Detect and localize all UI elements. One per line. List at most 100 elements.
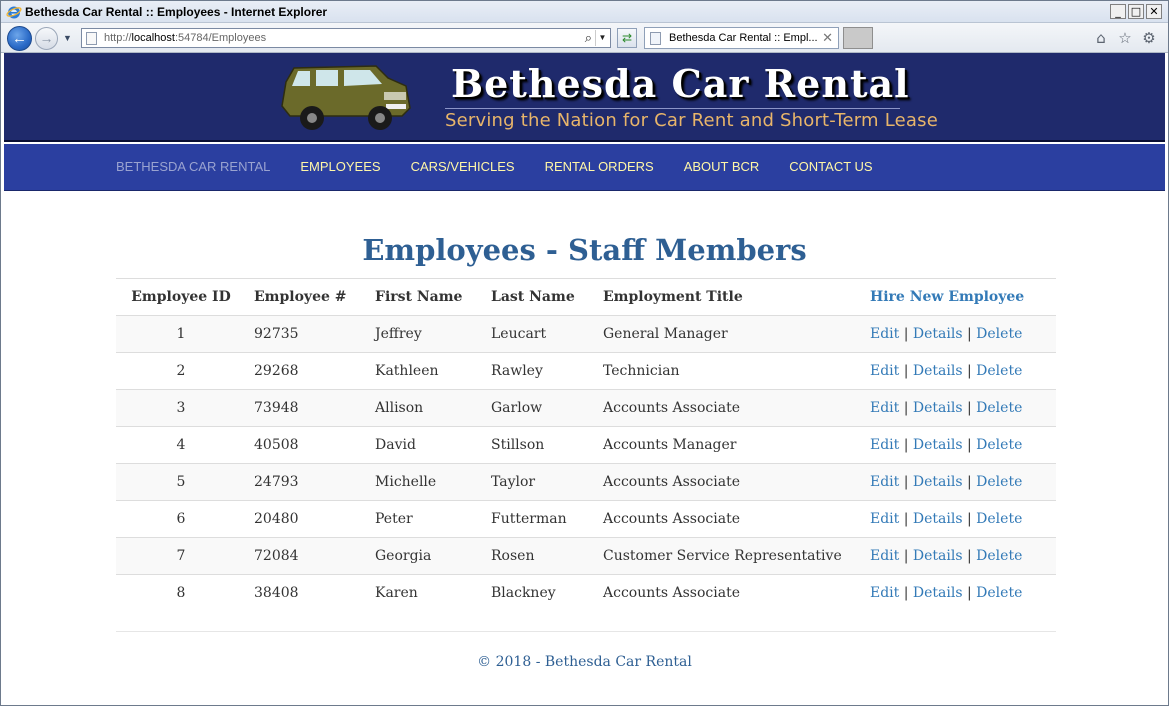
cell-actions: Edit | Details | Delete (862, 352, 1056, 390)
main-navbar: BETHESDA CAR RENTAL EMPLOYEES CARS/VEHIC… (4, 144, 1165, 191)
new-tab-button[interactable] (843, 27, 873, 49)
cell-last-name: Leucart (483, 315, 595, 353)
cell-employee-number: 29268 (246, 352, 367, 390)
details-link[interactable]: Details (913, 437, 963, 453)
cell-first-name: Michelle (367, 463, 483, 501)
details-link[interactable]: Details (913, 548, 963, 564)
table-row: 2 29268 Kathleen Rawley Technician Edit | Det… (116, 352, 1056, 390)
cell-first-name: Kathleen (367, 352, 483, 390)
hire-new-employee-link[interactable]: Hire New Employee (870, 289, 1024, 305)
separator: | (903, 511, 909, 527)
details-link[interactable]: Details (913, 400, 963, 416)
table-row: 7 72084 Georgia Rosen Customer Service Repre… (116, 537, 1056, 575)
cell-actions: Edit | Details | Delete (862, 500, 1056, 538)
cell-actions: Edit | Details | Delete (862, 537, 1056, 575)
cell-employment-title: General Manager (595, 315, 862, 353)
footer-divider (116, 631, 1056, 632)
favorites-star-icon[interactable]: ☆ (1116, 29, 1134, 47)
cell-last-name: Taylor (483, 463, 595, 501)
site-brand-title: Bethesda Car Rental (451, 61, 910, 106)
delete-link[interactable]: Delete (976, 474, 1022, 490)
cell-employee-number: 40508 (246, 426, 367, 464)
cell-employee-id: 1 (116, 315, 246, 353)
address-bar[interactable]: http://localhost:54784/Employees ⌕ ▼ (81, 28, 611, 48)
tab-employees[interactable]: Bethesda Car Rental :: Empl... ✕ (644, 27, 839, 49)
nav-about-link[interactable]: ABOUT BCR (684, 159, 760, 174)
cell-first-name: Karen (367, 574, 483, 612)
home-icon[interactable]: ⌂ (1092, 29, 1110, 47)
details-link[interactable]: Details (913, 363, 963, 379)
cell-first-name: Jeffrey (367, 315, 483, 353)
url-text[interactable]: http://localhost:54784/Employees (104, 32, 266, 44)
column-header-first-name: First Name (367, 278, 483, 316)
delete-link[interactable]: Delete (976, 326, 1022, 342)
separator: | (967, 511, 972, 527)
forward-icon[interactable]: → (35, 27, 58, 50)
edit-link[interactable]: Edit (870, 326, 899, 342)
separator: | (903, 474, 909, 490)
cell-employee-id: 3 (116, 389, 246, 427)
table-row: 4 40508 David Stillson Accounts Manager Edit … (116, 426, 1056, 464)
close-window-button[interactable]: ✕ (1146, 4, 1162, 19)
separator: | (967, 585, 972, 602)
delete-link[interactable]: Delete (976, 548, 1022, 564)
delete-link[interactable]: Delete (976, 511, 1022, 527)
separator: | (967, 548, 972, 564)
details-link[interactable]: Details (913, 326, 963, 342)
separator: | (903, 548, 909, 564)
edit-link[interactable]: Edit (870, 437, 899, 453)
edit-link[interactable]: Edit (870, 400, 899, 416)
delete-link[interactable]: Delete (976, 437, 1022, 453)
cell-last-name: Rosen (483, 537, 595, 575)
cell-actions: Edit | Details | Delete (862, 463, 1056, 501)
internet-explorer-icon (6, 6, 22, 19)
tab-title: Bethesda Car Rental :: Empl... (669, 32, 818, 44)
table-row: 5 24793 Michelle Taylor Accounts Associate Ed… (116, 463, 1056, 501)
edit-link[interactable]: Edit (870, 548, 899, 564)
back-icon[interactable]: ← (7, 26, 32, 51)
separator: | (967, 326, 972, 342)
minimize-button[interactable]: _ (1110, 4, 1126, 19)
window-title: Bethesda Car Rental :: Employees - Inter… (25, 5, 328, 19)
separator: | (903, 437, 909, 453)
delete-link[interactable]: Delete (976, 363, 1022, 379)
cell-actions: Edit | Details | Delete (862, 426, 1056, 464)
nav-contact-link[interactable]: CONTACT US (789, 159, 872, 174)
refresh-icon[interactable]: ⇄ (617, 28, 637, 48)
cell-employment-title: Technician (595, 352, 862, 390)
details-link[interactable]: Details (913, 474, 963, 490)
cell-actions: Edit | Details | Delete (862, 389, 1056, 427)
details-link[interactable]: Details (913, 585, 963, 601)
column-header-employee-id: Employee ID (116, 278, 246, 316)
address-dropdown-icon[interactable]: ▼ (595, 30, 609, 46)
nav-home-link[interactable]: BETHESDA CAR RENTAL (116, 159, 270, 174)
edit-link[interactable]: Edit (870, 474, 899, 490)
employees-table-body: 1 92735 Jeffrey Leucart General Manager Edit … (116, 315, 1056, 612)
cell-employment-title: Accounts Associate (595, 389, 862, 427)
edit-link[interactable]: Edit (870, 511, 899, 527)
nav-employees-link[interactable]: EMPLOYEES (300, 159, 380, 174)
delete-link[interactable]: Delete (976, 400, 1022, 416)
details-link[interactable]: Details (913, 511, 963, 527)
edit-link[interactable]: Edit (870, 585, 899, 601)
delete-link[interactable]: Delete (976, 585, 1022, 601)
nav-rental-orders-link[interactable]: RENTAL ORDERS (545, 159, 654, 174)
cell-employee-id: 5 (116, 463, 246, 501)
settings-gear-icon[interactable]: ⚙ (1140, 29, 1158, 47)
cell-first-name: Peter (367, 500, 483, 538)
site-slogan: Serving the Nation for Car Rent and Shor… (445, 110, 938, 131)
title-bar: Bethesda Car Rental :: Employees - Inter… (1, 1, 1168, 23)
tab-close-icon[interactable]: ✕ (822, 30, 833, 46)
cell-employment-title: Accounts Associate (595, 500, 862, 538)
cell-last-name: Blackney (483, 574, 595, 612)
history-dropdown-icon[interactable]: ▼ (63, 33, 72, 43)
nav-cars-vehicles-link[interactable]: CARS/VEHICLES (411, 159, 515, 174)
cell-last-name: Futterman (483, 500, 595, 538)
search-icon[interactable]: ⌕ (585, 30, 592, 46)
table-row: 3 73948 Allison Garlow Accounts Associate Edi… (116, 389, 1056, 427)
edit-link[interactable]: Edit (870, 363, 899, 379)
maximize-button[interactable]: □ (1128, 4, 1144, 19)
separator: | (967, 437, 972, 453)
web-page: Bethesda Car Rental Serving the Nation f… (4, 53, 1165, 703)
cell-employee-number: 72084 (246, 537, 367, 575)
